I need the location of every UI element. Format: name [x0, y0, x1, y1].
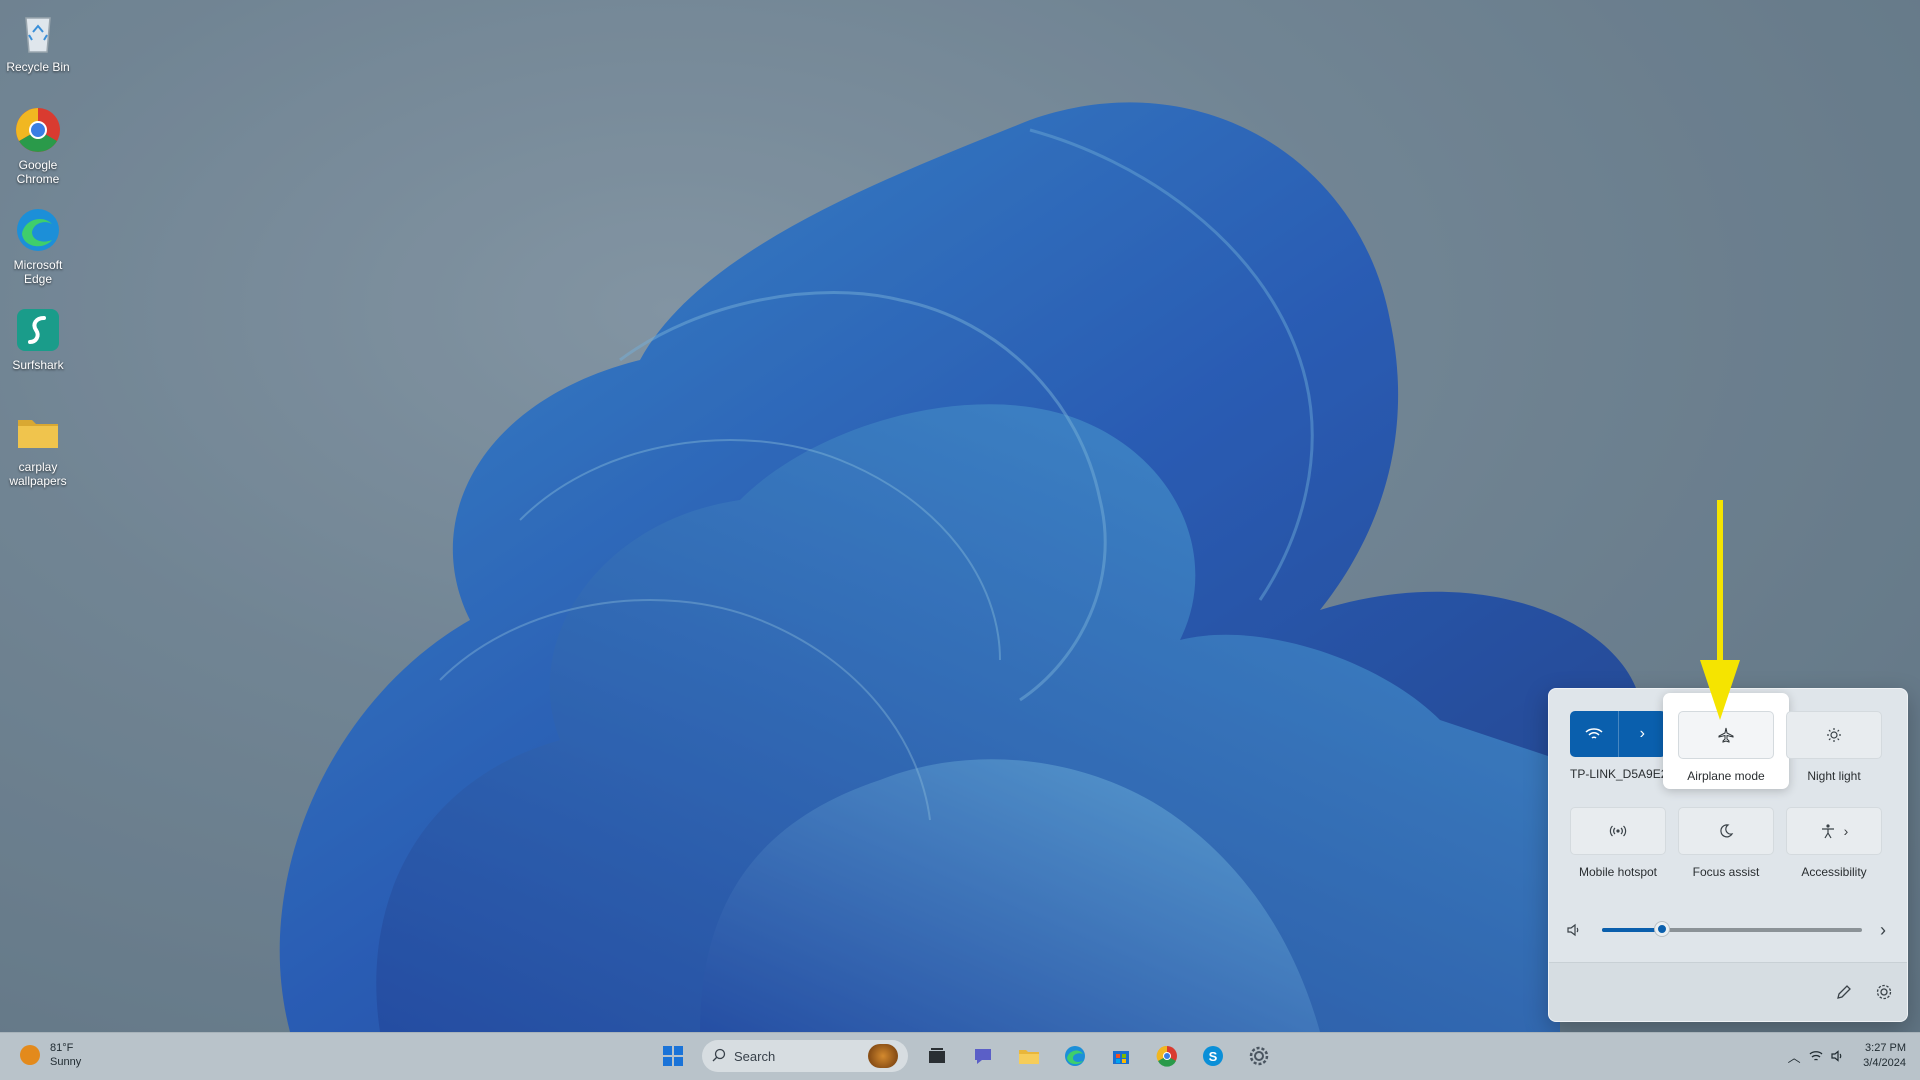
settings-taskbar-button[interactable]: [1242, 1039, 1276, 1073]
taskbar-center: Search S: [656, 1039, 1276, 1073]
desktop-icon-chrome[interactable]: Google Chrome: [0, 106, 76, 186]
desktop-icon-label: Surfshark: [12, 358, 64, 372]
volume-row: ›: [1566, 918, 1886, 942]
accessibility-tile[interactable]: › Accessibility: [1786, 807, 1882, 879]
weather-widget[interactable]: 81°F Sunny: [20, 1041, 81, 1069]
desktop-icon-label: carplay wallpapers: [9, 460, 67, 488]
accessibility-label: Accessibility: [1801, 865, 1867, 879]
night-light-label: Night light: [1807, 769, 1861, 783]
mobile-hotspot-label: Mobile hotspot: [1578, 865, 1658, 879]
file-explorer-button[interactable]: [1012, 1039, 1046, 1073]
annotation-arrow: [1700, 500, 1740, 720]
volume-slider[interactable]: [1602, 922, 1862, 936]
task-view-button[interactable]: [920, 1039, 954, 1073]
hotspot-icon: [1609, 825, 1627, 837]
wifi-icon: [1585, 728, 1603, 739]
desktop-icon-label: Microsoft Edge: [13, 258, 63, 286]
edge-icon: [1065, 1046, 1085, 1066]
chrome-taskbar-button[interactable]: [1150, 1039, 1184, 1073]
weather-condition: Sunny: [50, 1056, 82, 1068]
volume-tray-icon[interactable]: [1827, 1039, 1849, 1073]
chevron-right-icon[interactable]: ›: [1880, 920, 1886, 941]
focus-assist-tile[interactable]: Focus assist: [1678, 807, 1774, 879]
task-view-icon: [929, 1048, 945, 1063]
desktop-icon-label: Google Chrome: [16, 158, 60, 186]
search-icon: [712, 1048, 726, 1065]
desktop-icon-label: Recycle Bin: [6, 60, 70, 74]
wifi-toggle[interactable]: [1570, 711, 1618, 757]
svg-text:S: S: [1209, 1049, 1218, 1064]
chat-icon: [975, 1049, 991, 1064]
wifi-tile-label: TP-LINK_D5A9E2: [1570, 767, 1668, 781]
sun-icon: [20, 1045, 40, 1065]
chrome-icon: [16, 108, 60, 152]
chrome-icon: [1156, 1045, 1177, 1067]
store-button[interactable]: [1104, 1039, 1138, 1073]
folder-icon: [18, 420, 58, 448]
wifi-expand[interactable]: ›: [1617, 711, 1667, 757]
search-placeholder: Search: [734, 1048, 776, 1064]
skype-button[interactable]: S: [1196, 1039, 1230, 1073]
clock[interactable]: 3:27 PM 3/4/2024: [1863, 1041, 1906, 1071]
network-wifi-icon[interactable]: [1805, 1039, 1827, 1073]
focus-assist-label: Focus assist: [1692, 865, 1760, 879]
settings-gear-icon[interactable]: [1875, 983, 1893, 1001]
taskbar: 81°F Sunny Search S ︿ 3:27 PM 3/4/2024: [0, 1032, 1920, 1080]
taskbar-search[interactable]: Search: [702, 1040, 908, 1072]
accessibility-icon: [1821, 824, 1834, 839]
windows-logo-icon: [663, 1046, 683, 1066]
surfshark-icon: [17, 309, 59, 351]
clock-time: 3:27 PM: [1865, 1042, 1906, 1054]
brightness-icon: [1827, 728, 1841, 742]
folder-icon: [1019, 1050, 1039, 1064]
desktop-icon-folder[interactable]: carplay wallpapers: [0, 408, 76, 488]
edge-icon: [17, 209, 59, 251]
desktop-icon-surfshark[interactable]: Surfshark: [0, 306, 76, 372]
volume-slider-thumb[interactable]: [1654, 922, 1669, 936]
system-tray: ︿ 3:27 PM 3/4/2024: [1783, 1039, 1906, 1073]
wifi-tile[interactable]: › TP-LINK_D5A9E2: [1570, 711, 1668, 781]
desktop-icon-edge[interactable]: Microsoft Edge: [0, 206, 76, 286]
store-icon: [1113, 1051, 1129, 1064]
skype-icon: S: [1203, 1046, 1223, 1066]
desktop-icon-recycle-bin[interactable]: Recycle Bin: [0, 8, 76, 74]
chat-button[interactable]: [966, 1039, 1000, 1073]
recycle-bin-icon: [25, 17, 51, 53]
speaker-icon[interactable]: [1566, 922, 1582, 938]
moon-icon: [1720, 824, 1734, 838]
airplane-mode-label: Airplane mode: [1687, 769, 1765, 783]
clock-date: 3/4/2024: [1863, 1057, 1906, 1069]
weather-temp: 81°F: [50, 1042, 74, 1054]
chevron-right-icon: ›: [1639, 725, 1645, 742]
night-light-tile[interactable]: Night light: [1786, 711, 1882, 783]
quick-settings-footer: [1549, 962, 1907, 1021]
chevron-right-icon[interactable]: ›: [1844, 823, 1849, 839]
start-button[interactable]: [656, 1039, 690, 1073]
edit-pencil-icon[interactable]: [1835, 983, 1853, 1001]
settings-gear-icon: [1249, 1046, 1269, 1066]
search-highlight-icon: [868, 1044, 898, 1068]
chevron-up-icon[interactable]: ︿: [1783, 1039, 1805, 1073]
volume-slider-fill: [1602, 928, 1662, 932]
edge-taskbar-button[interactable]: [1058, 1039, 1092, 1073]
airplane-icon: [1718, 727, 1734, 743]
mobile-hotspot-tile[interactable]: Mobile hotspot: [1570, 807, 1666, 879]
